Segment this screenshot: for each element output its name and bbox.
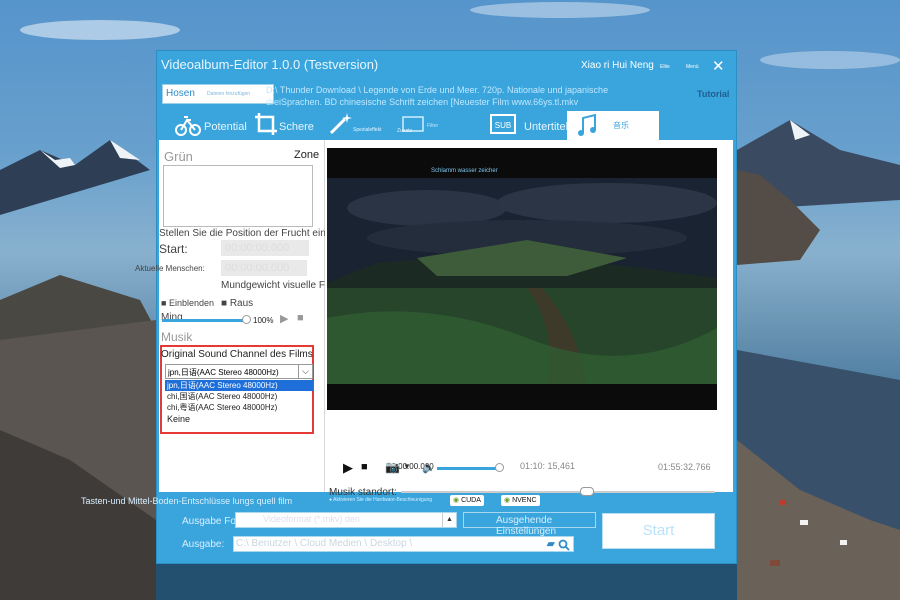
tab-label: Schere [279,121,314,133]
tab-label: Filter [427,123,439,129]
selected-channel: jpn,日语(AAC Stereo 48000Hz) [168,368,279,377]
hw-accel-label: Aktivieren Sie die Hardware-Beschleunigu… [333,497,433,503]
current-time-field[interactable]: 00:00:00.000 [221,260,307,276]
cuda-badge: ◉ CUDA [450,495,484,506]
play-icon[interactable]: ▶ [280,312,288,325]
tab-untertitel[interactable]: SUB Untertitel [490,111,570,141]
zone-label: Zone [294,149,320,161]
time-current: 01:10: 15,461 [520,461,576,471]
music-position-knob[interactable] [580,487,594,496]
preview-panel: Schlamm wasser zeicher 00:00:00.000 01:1… [325,140,733,498]
magic-wand-icon [329,113,352,135]
tab-label: Spezialeffekt [353,127,382,133]
tutorial-link[interactable]: Tutorial [697,89,729,99]
source-file-path: D:\ Thunder Download \ Legende von Erde … [266,85,609,107]
user-name[interactable]: Xiao ri Hui Neng [581,60,654,71]
start-time-field[interactable]: 00:00:00.000 [221,240,309,256]
video-preview[interactable]: Schlamm wasser zeicher [327,148,717,410]
tab-label: 音乐 [613,121,629,130]
video-frame: Schlamm wasser zeicher [327,148,717,410]
start-label: Start: [159,242,188,256]
channel-option[interactable]: jpn,日语(AAC Stereo 48000Hz) [165,380,313,391]
content-area: Grün Zone Stellen Sie die Position der F… [135,140,733,498]
tab-label: Untertitel [524,121,569,133]
green-heading: Grün [164,149,193,164]
channel-option[interactable]: chi,粤语(AAC Stereo 48000Hz) [165,402,313,413]
music-settings-panel: Grün Zone Stellen Sie die Position der F… [135,140,347,492]
volume-percent: 100% [253,316,274,325]
nvenc-label: NVENC [512,497,537,504]
volume-slider[interactable] [162,319,246,322]
player-volume-knob[interactable] [495,463,504,472]
search-icon[interactable] [558,539,570,551]
fade-in-checkbox[interactable]: ■ Einblenden [161,298,214,308]
tab-filter[interactable]: Filter [427,111,487,141]
music-position-slider[interactable] [401,491,715,493]
chevron-down-icon[interactable]: ▼ [403,462,411,471]
elite-link[interactable]: Elite [660,64,670,70]
tab-schere[interactable]: Schere [253,111,323,141]
fade-in-label: Einblenden [168,298,214,308]
music-list-box[interactable] [163,165,313,227]
nvenc-badge: ◉ NVENC [501,495,540,506]
output-format-value: Videoformat (*.mkv) den [263,514,360,524]
cuda-label: CUDA [461,497,481,504]
stop-icon[interactable]: ■ [361,461,368,473]
folder-icon[interactable]: ▰ [547,537,555,550]
add-files-button[interactable]: Hosen Dateien hinzufügen [162,84,274,104]
camera-icon[interactable]: 📷 [385,460,400,474]
fade-out-checkbox[interactable]: ■ Raus [221,298,253,309]
stop-icon[interactable]: ■ [297,312,304,324]
tab-potential[interactable]: Potential [175,111,255,141]
crop-icon [255,113,277,135]
position-prompt: Stellen Sie die Position der Frucht ein: [159,228,329,239]
sound-channel-select[interactable]: jpn,日语(AAC Stereo 48000Hz) ⌵ [165,364,313,379]
time-end: 01:55:32.766 [658,462,711,472]
output-path-label: Ausgabe: [182,539,225,550]
hosen-label: Hosen [166,88,195,99]
output-path-value: C:\ Benutzer \ Cloud Medien \ Desktop \ [236,538,413,549]
window-title: Videoalbum-Editor 1.0.0 (Testversion) [161,57,379,72]
current-label: Aktuelle Menschen: [135,264,205,273]
watermark-text: Schlamm wasser zeicher [431,168,498,174]
bicycle-icon [175,116,201,136]
hw-accel-checkbox[interactable]: ● Aktivieren Sie die Hardware-Beschleuni… [329,497,432,503]
sound-channel-highlight: Original Sound Channel des Films jpn,日语(… [160,345,314,434]
svg-text:SUB: SUB [495,121,511,130]
title-bar: Videoalbum-Editor 1.0.0 (Testversion) Xi… [157,51,736,81]
chevron-down-icon[interactable]: ⌵ [298,365,312,378]
hardware-label: Tasten-und Mittel-Boden-Entschlüsse lung… [81,496,293,506]
tab-spezialeffekt[interactable]: Spezialeffekt [327,111,397,141]
tab-music[interactable]: 音乐 [567,111,659,141]
tab-label: Zusatz [397,128,413,134]
output-format-select[interactable]: Videoformat (*.mkv) den ▲ [235,512,457,528]
sound-channel-label: Original Sound Channel des Films [161,349,313,360]
output-settings-label: Ausgehende Einstellungen [496,515,557,537]
close-button[interactable]: ✕ [712,57,725,75]
menu-link[interactable]: Menü [686,64,699,70]
add-files-label: Dateien hinzufügen [207,91,251,97]
volume-slider-knob[interactable] [242,315,251,324]
player-volume-slider[interactable] [437,467,499,470]
channel-option[interactable]: chi,国语(AAC Stereo 48000Hz) [165,391,313,402]
subtitle-icon: SUB [490,114,516,134]
app-window: Videoalbum-Editor 1.0.0 (Testversion) Xi… [81,50,737,564]
output-path-field[interactable]: C:\ Benutzer \ Cloud Medien \ Desktop \ … [233,536,574,552]
start-button[interactable]: Start [602,513,715,549]
channel-option[interactable]: Keine [165,414,313,425]
speaker-icon[interactable]: 🔈 [422,461,436,474]
chevron-up-icon[interactable]: ▲ [442,513,456,527]
play-icon[interactable]: ▶ [343,460,353,476]
fade-out-label: Raus [229,298,254,309]
music-label: Musik [161,330,193,344]
output-settings-button[interactable]: Ausgehende Einstellungen [463,512,596,537]
tab-label: Potential [204,121,247,133]
music-icon [578,113,596,136]
